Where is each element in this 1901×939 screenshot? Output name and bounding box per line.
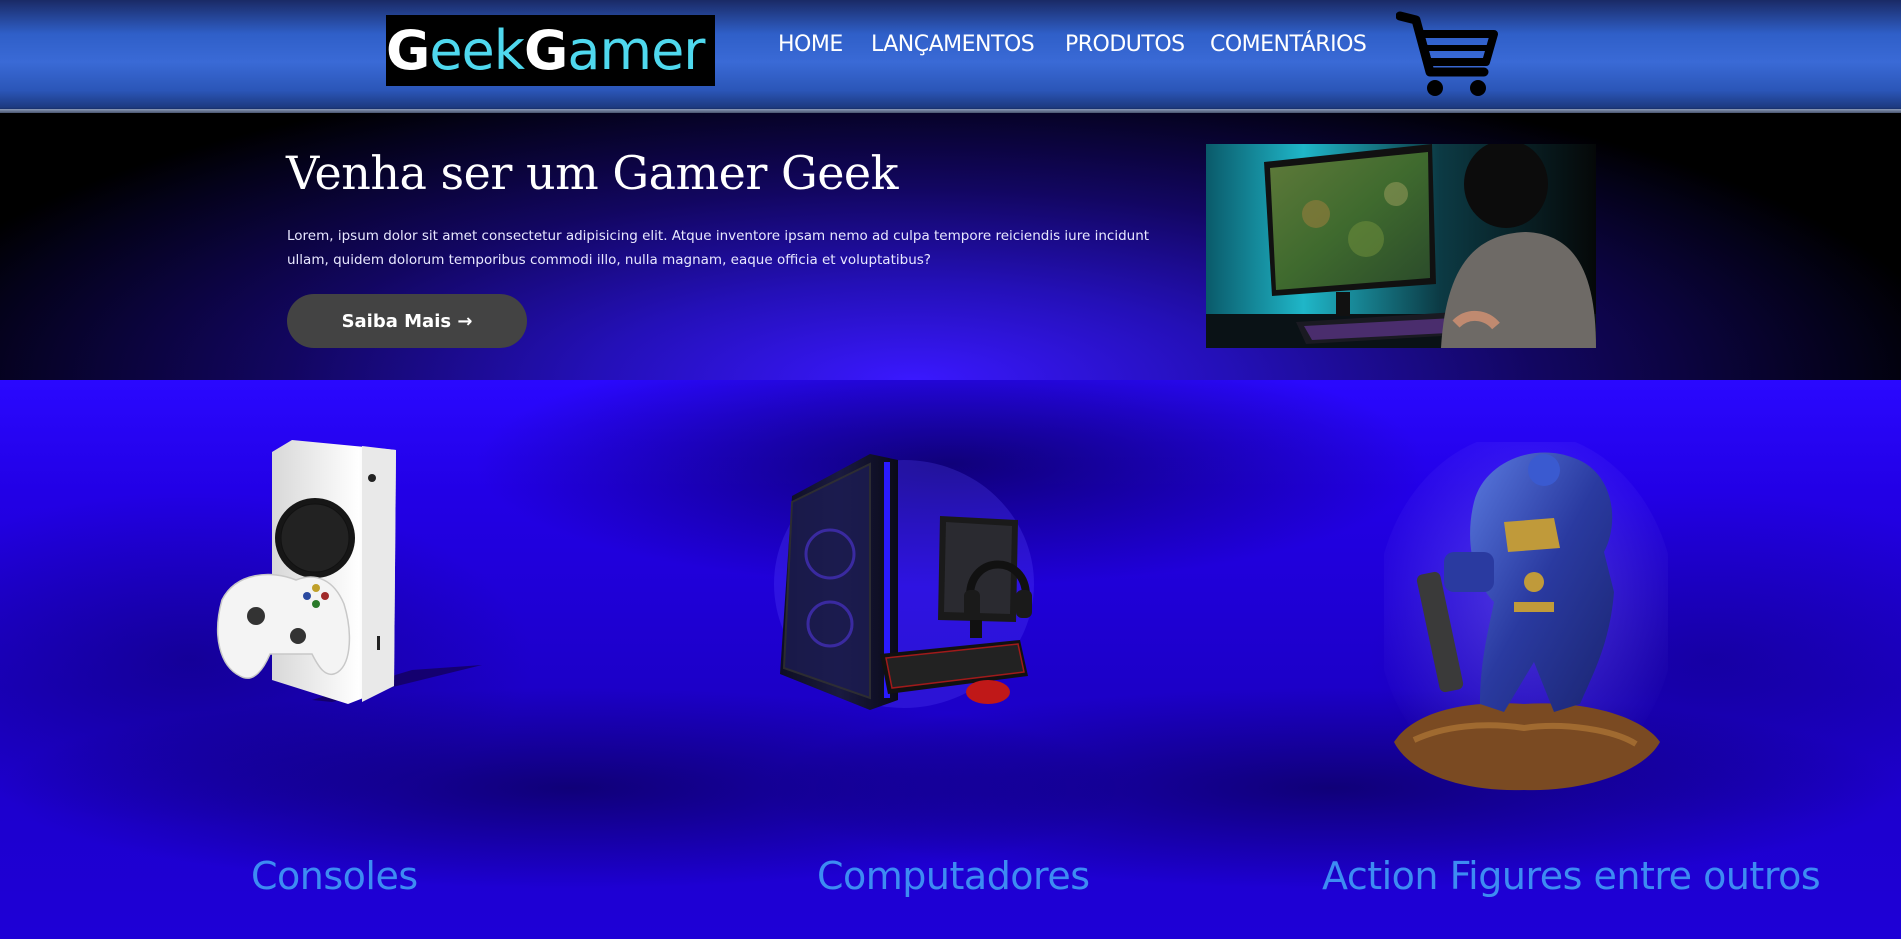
logo-text-part2: amer [567,19,705,82]
nav-comentarios[interactable]: COMENTÁRIOS [1210,32,1367,57]
xbox-console-image[interactable] [212,440,484,710]
gamer-image [1206,144,1596,348]
shopping-cart-icon[interactable] [1396,10,1498,98]
category-computadores[interactable]: Computadores [817,854,1090,898]
category-action-figures[interactable]: Action Figures entre outros [1322,854,1821,898]
category-consoles[interactable]: Consoles [251,854,418,898]
nav-lancamentos[interactable]: LANÇAMENTOS [871,32,1035,57]
site-header: Geek Gamer HOME LANÇAMENTOS PRODUTOS COM… [0,0,1901,113]
nav-home[interactable]: HOME [778,32,843,57]
action-figure-image[interactable] [1384,442,1668,802]
hero-description: Lorem, ipsum dolor sit amet consectetur … [287,228,1150,268]
nav-produtos[interactable]: PRODUTOS [1065,32,1185,57]
hero-title: Venha ser um Gamer Geek [286,146,899,200]
logo-letter-g1: G [386,19,430,82]
saiba-mais-button[interactable]: Saiba Mais → [287,294,527,348]
logo-letter-g2: G [524,19,568,82]
site-logo[interactable]: Geek Gamer [386,15,715,86]
gaming-pc-image[interactable] [770,454,1038,710]
products-section: Consoles Computadores Action Figures ent… [0,380,1901,939]
logo-text-part1: eek [429,19,525,82]
